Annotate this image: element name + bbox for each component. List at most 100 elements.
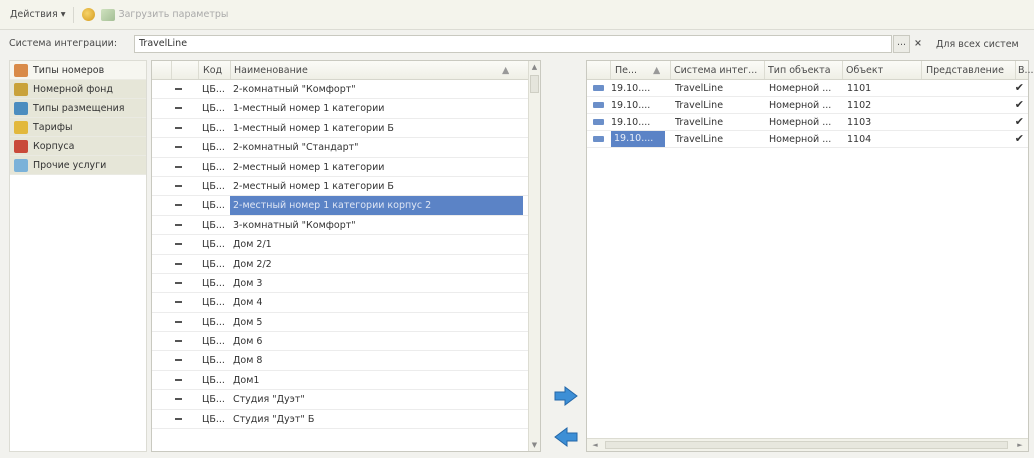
row-period: 19.10.... [611,131,665,147]
table-row[interactable]: ЦБ... 1-местный номер 1 категории Б [152,119,528,139]
mapping-table[interactable]: Пе... ▲ Система интег... Тип объекта Объ… [586,60,1034,452]
integration-system-label: Система интеграции: [9,38,118,49]
tab-buildings[interactable]: Корпуса [10,137,146,156]
item-icon [175,340,182,343]
tab-label: Номерной фонд [33,83,113,95]
horizontal-scrollbar[interactable]: ◄ ► [587,438,1028,451]
column-divider [921,61,922,79]
check-icon: ✔ [1014,98,1024,111]
table-row[interactable]: ЦБ... Студия "Дуэт" [152,390,528,410]
row-object-type: Номерной ... [769,83,832,94]
table-row[interactable]: ЦБ... Дом1 [152,371,528,391]
tab-room-types[interactable]: Типы номеров [10,61,146,80]
choose-system-button[interactable]: ... [893,35,910,53]
scroll-right-icon[interactable]: ► [1014,439,1026,451]
table-row[interactable]: ЦБ... Дом 2/1 [152,235,528,255]
move-left-button[interactable] [553,426,579,448]
column-divider [670,61,671,79]
scroll-thumb[interactable] [530,75,539,93]
scroll-up-icon[interactable]: ▲ [529,61,540,73]
table-row[interactable]: ЦБ... Дом 6 [152,332,528,352]
table-row[interactable]: ЦБ... 2-местный номер 1 категории корпус … [152,196,528,216]
table-row[interactable]: ЦБ... Дом 8 [152,351,528,371]
table-body: ЦБ... 2-комнатный "Комфорт" ЦБ... 1-местный… [152,80,528,430]
column-header-object[interactable]: Объект [846,65,883,76]
table-row[interactable]: ЦБ... Дом 2/2 [152,255,528,274]
table-row[interactable]: ЦБ... Дом 4 [152,293,528,313]
table-row[interactable]: ЦБ... 2-комнатный "Стандарт" [152,138,528,158]
vertical-scrollbar[interactable]: ▲ ▼ [528,61,540,451]
load-params-icon [101,8,116,21]
scroll-left-icon[interactable]: ◄ [589,439,601,451]
row-code: ЦБ... [202,277,225,289]
table-row[interactable]: ЦБ... Дом 5 [152,313,528,333]
column-header-code[interactable]: Код [203,65,222,76]
actions-menu-button[interactable]: Действия ▾ [10,9,65,20]
column-header-object-type[interactable]: Тип объекта [768,65,831,76]
row-code: ЦБ... [202,316,225,328]
integration-system-field[interactable]: TravelLine [134,35,892,53]
row-code: ЦБ... [202,84,225,95]
room-types-table[interactable]: Код Наименование ▲ ЦБ... 2-комнатный "Ком… [151,60,541,452]
table-row[interactable]: ЦБ... 3-комнатный "Комфорт" [152,216,528,236]
column-divider [198,61,199,79]
row-object: 1102 [847,100,872,111]
column-header-period[interactable]: Пе... [615,65,637,76]
row-system: TravelLine [675,100,724,111]
table-row[interactable]: ЦБ... Студия "Дуэт" Б [152,410,528,430]
check-icon: ✔ [1014,132,1024,145]
record-icon [593,102,604,108]
placement-types-icon [14,101,28,115]
item-icon [175,262,182,265]
row-code: ЦБ... [202,374,225,386]
row-system: TravelLine [675,117,724,128]
tab-label: Типы размещения [33,102,125,114]
row-code: ЦБ... [202,413,225,425]
integration-system-row: Система интеграции: TravelLine ... × Для… [0,31,1034,57]
table-row[interactable]: 19.10.... TravelLine Номерной ... 1104 ✔ [587,131,1028,148]
column-header-system[interactable]: Система интег... [674,65,762,76]
item-icon [175,378,182,381]
item-icon [175,223,182,226]
scroll-down-icon[interactable]: ▼ [529,439,540,451]
row-code: ЦБ... [202,103,225,115]
table-row[interactable]: ЦБ... Дом 3 [152,274,528,294]
tab-other-services[interactable]: Прочие услуги [10,156,146,175]
help-icon[interactable] [82,8,96,21]
row-code: ЦБ... [202,200,225,212]
column-header-presentation[interactable]: Представление [926,65,1004,76]
row-object: 1104 [847,134,872,145]
buildings-icon [14,139,28,153]
item-icon [175,243,182,246]
row-code: ЦБ... [202,122,225,134]
table-row[interactable]: ЦБ... 2-комнатный "Комфорт" [152,80,528,100]
table-row[interactable]: ЦБ... 2-местный номер 1 категории [152,158,528,177]
all-systems-checkbox-label[interactable]: Для всех систем [936,39,1019,50]
check-icon: ✔ [1014,115,1024,128]
row-name: Дом 2/2 [233,258,272,270]
clear-system-button[interactable]: × [911,35,925,53]
table-row[interactable]: ЦБ... 2-местный номер 1 категории Б [152,177,528,197]
tab-label: Тарифы [33,121,73,133]
load-params-button[interactable]: Загрузить параметры [101,8,228,21]
scroll-thumb[interactable] [605,441,1008,449]
row-name: Дом 6 [233,336,263,348]
tab-tariffs[interactable]: Тарифы [10,118,146,137]
sort-asc-icon: ▲ [502,65,510,76]
table-row[interactable]: 19.10.... TravelLine Номерной ... 1103 ✔ [587,114,1028,131]
row-object-type: Номерной ... [769,134,832,145]
tab-placement-types[interactable]: Типы размещения [10,99,146,118]
column-header-flag[interactable]: В... [1018,65,1034,76]
row-name: 2-комнатный "Комфорт" [233,84,356,95]
record-icon [593,119,604,125]
table-row[interactable]: 19.10.... TravelLine Номерной ... 1102 ✔ [587,97,1028,114]
move-right-button[interactable] [553,385,579,407]
item-icon [175,165,182,168]
table-row[interactable]: ЦБ... 1-местный номер 1 категории [152,99,528,119]
room-stock-icon [14,82,28,96]
column-header-name[interactable]: Наименование [234,65,308,76]
actions-label: Действия ▾ [10,9,66,20]
row-name: Дом 8 [233,355,263,367]
table-row[interactable]: 19.10.... TravelLine Номерной ... 1101 ✔ [587,80,1028,97]
tab-room-stock[interactable]: Номерной фонд [10,80,146,99]
